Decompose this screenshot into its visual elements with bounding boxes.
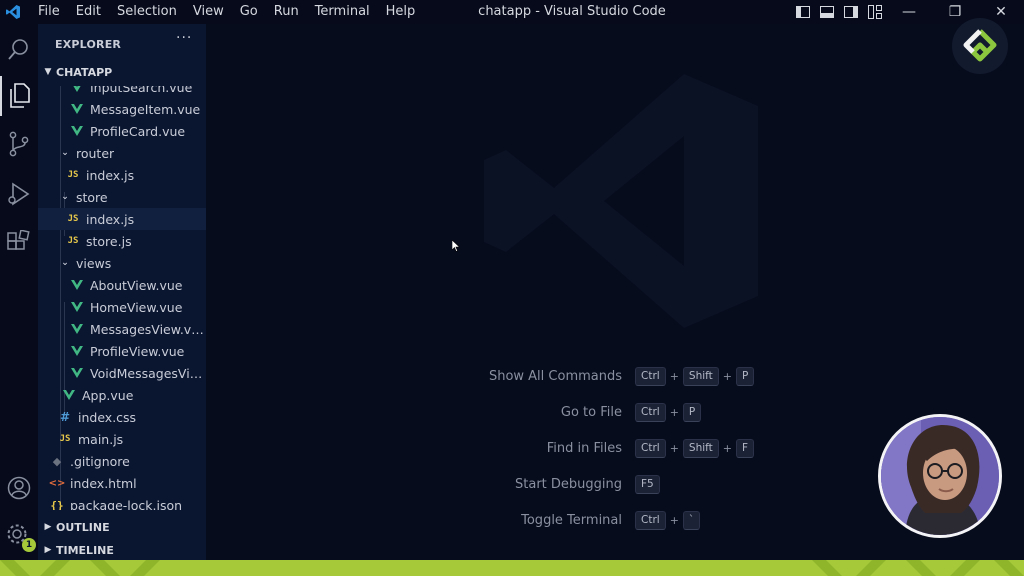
tree-item-homeview-vue[interactable]: HomeView.vue [38,296,206,318]
key-ctrl: Ctrl [635,510,666,530]
tree-item-aboutview-vue[interactable]: AboutView.vue [38,274,206,296]
chevron-right-icon: ▶ [44,522,52,532]
layout-controls [794,3,884,21]
git-file-icon: ◆ [52,454,62,468]
key-f: F [736,438,755,458]
tree-item-index-html[interactable]: <> index.html [38,472,206,494]
vue-file-icon [62,390,76,400]
outline-section-header[interactable]: ▶ OUTLINE [38,517,206,537]
tree-folder-router[interactable]: ⌄ router [38,142,206,164]
tree-item-profileview-vue[interactable]: ProfileView.vue [38,340,206,362]
key-shift: Shift [682,366,719,386]
settings-badge: 1 [22,538,36,552]
key-f5: F5 [635,474,660,494]
vue-file-icon [70,346,84,356]
menu-bar: File Edit Selection View Go Run Terminal… [30,0,423,24]
activity-bar: 1 [0,24,38,560]
source-control-icon[interactable] [0,124,38,164]
brand-accent-band [0,560,1024,576]
chevron-down-icon: ⌄ [61,192,69,202]
toggle-primary-sidebar-icon[interactable] [794,3,812,21]
js-file-icon: JS [67,236,79,246]
tree-item-voidmessagesview-vue[interactable]: VoidMessagesView.vue [38,362,204,384]
settings-gear-icon[interactable]: 1 [0,516,38,556]
workspace-name: CHATAPP [56,65,113,79]
toggle-secondary-sidebar-icon[interactable] [842,3,860,21]
tree-folder-store[interactable]: ⌄ store [38,186,206,208]
key-backtick: ` [682,510,701,530]
title-bar: File Edit Selection View Go Run Terminal… [0,0,1024,24]
menu-view[interactable]: View [185,0,232,24]
chevron-down-icon: ▼ [44,67,52,77]
presenter-avatar [881,417,999,535]
file-tree: InputSearch.vue MessageItem.vue ProfileC… [38,86,206,510]
vscode-icon[interactable] [2,0,24,24]
workspace-section-header[interactable]: ▼ CHATAPP [38,62,206,82]
vue-file-icon [70,302,84,312]
brand-logo-icon [952,18,1008,74]
js-file-icon: JS [67,214,79,224]
customize-layout-icon[interactable] [866,3,884,21]
vue-file-icon [70,104,84,114]
html-file-icon: <> [48,477,66,489]
shortcut-go-to-file: Go to File Ctrl + P [206,401,1024,423]
tree-folder-views[interactable]: ⌄ views [38,252,206,274]
minimize-button[interactable]: — [886,0,932,24]
explorer-title: EXPLORER [55,38,122,51]
tree-item-app-vue[interactable]: App.vue [38,384,206,406]
key-p: P [736,366,755,386]
account-icon[interactable] [0,468,38,508]
tree-item-index-css[interactable]: # index.css [38,406,206,428]
chevron-down-icon: ⌄ [61,258,69,268]
webcam-overlay [878,414,1002,538]
menu-help[interactable]: Help [378,0,424,24]
mouse-cursor-icon [452,240,460,252]
explorer-more-actions-icon[interactable]: ··· [176,30,192,46]
json-file-icon: {} [50,498,64,511]
menu-run[interactable]: Run [266,0,307,24]
search-icon[interactable] [0,30,38,70]
shortcut-show-all-commands: Show All Commands Ctrl + Shift + P [206,365,1024,387]
tree-item-gitignore[interactable]: ◆ .gitignore [38,450,206,472]
key-ctrl: Ctrl [635,402,666,422]
chevron-right-icon: ▶ [44,545,52,555]
run-debug-icon[interactable] [0,174,38,214]
window-controls: — ❐ ✕ [886,0,1024,24]
vue-file-icon [70,86,84,92]
js-file-icon: JS [59,434,71,444]
key-ctrl: Ctrl [635,366,666,386]
tree-item-main-js[interactable]: JS main.js [38,428,206,450]
key-ctrl: Ctrl [635,438,666,458]
menu-file[interactable]: File [30,0,68,24]
tree-item-messageitem-vue[interactable]: MessageItem.vue [38,98,206,120]
tree-item-package-lock-json[interactable]: {} package-lock.json [38,494,206,511]
chevron-down-icon: ⌄ [61,148,69,158]
css-file-icon: # [59,410,71,424]
toggle-panel-icon[interactable] [818,3,836,21]
vue-file-icon [70,368,84,378]
explorer-icon[interactable] [0,76,38,116]
menu-edit[interactable]: Edit [68,0,109,24]
key-p: P [682,402,702,422]
tree-item-messagesview-vue[interactable]: MessagesView.vue [38,318,206,340]
tree-item-store-js[interactable]: JS store.js [38,230,206,252]
tree-item-router-index-js[interactable]: JS index.js [38,164,206,186]
menu-terminal[interactable]: Terminal [307,0,378,24]
vue-file-icon [70,280,84,290]
vue-file-icon [70,126,84,136]
tree-item-inputsearch-vue[interactable]: InputSearch.vue [38,86,206,98]
tree-item-profilecard-vue[interactable]: ProfileCard.vue [38,120,206,142]
vue-file-icon [70,324,84,334]
key-shift: Shift [682,438,719,458]
tree-item-store-index-js[interactable]: JS index.js [38,208,206,230]
extensions-icon[interactable] [0,222,38,262]
menu-go[interactable]: Go [232,0,266,24]
explorer-sidebar: EXPLORER ··· ▼ CHATAPP InputSearch.vue M… [38,24,206,560]
js-file-icon: JS [67,170,79,180]
menu-selection[interactable]: Selection [109,0,185,24]
timeline-section-header[interactable]: ▶ TIMELINE [38,540,206,560]
